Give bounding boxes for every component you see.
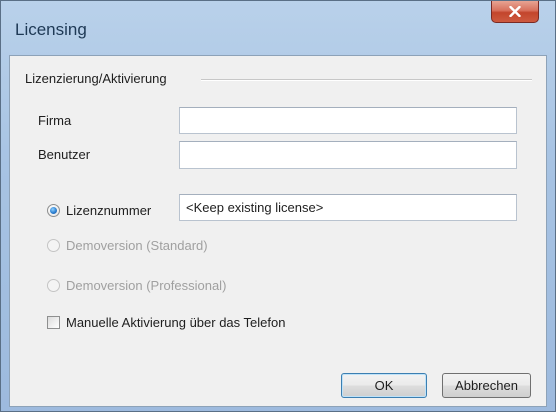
- close-icon: [509, 6, 521, 17]
- checkbox-box: [47, 316, 60, 329]
- demo-standard-label: Demoversion (Standard): [66, 238, 208, 253]
- phone-activation-checkbox[interactable]: Manuelle Aktivierung über das Telefon: [47, 315, 285, 330]
- company-label: Firma: [38, 113, 72, 128]
- demo-professional-radio: Demoversion (Professional): [47, 278, 226, 293]
- radio-checked-indicator: [47, 204, 60, 217]
- license-number-field[interactable]: [179, 194, 517, 221]
- license-number-label: Lizenznummer: [66, 203, 152, 218]
- demo-professional-label: Demoversion (Professional): [66, 278, 227, 293]
- radio-disabled-indicator: [47, 239, 60, 252]
- close-button[interactable]: [491, 1, 539, 23]
- license-number-radio[interactable]: Lizenznummer: [47, 203, 151, 218]
- user-field[interactable]: [179, 141, 517, 169]
- cancel-button[interactable]: Abbrechen: [442, 373, 531, 398]
- company-field[interactable]: [179, 107, 517, 134]
- phone-activation-label: Manuelle Aktivierung über das Telefon: [66, 315, 286, 330]
- group-divider: [201, 79, 532, 81]
- ok-button[interactable]: OK: [341, 373, 427, 398]
- radio-disabled-indicator: [47, 279, 60, 292]
- group-title: Lizenzierung/Aktivierung: [25, 71, 173, 86]
- title-bar[interactable]: Licensing: [1, 1, 555, 54]
- window-title: Licensing: [15, 20, 87, 39]
- demo-standard-radio: Demoversion (Standard): [47, 238, 208, 253]
- licensing-dialog: Licensing Lizenzierung/Aktivierung Firma…: [0, 0, 556, 412]
- user-label: Benutzer: [38, 147, 91, 162]
